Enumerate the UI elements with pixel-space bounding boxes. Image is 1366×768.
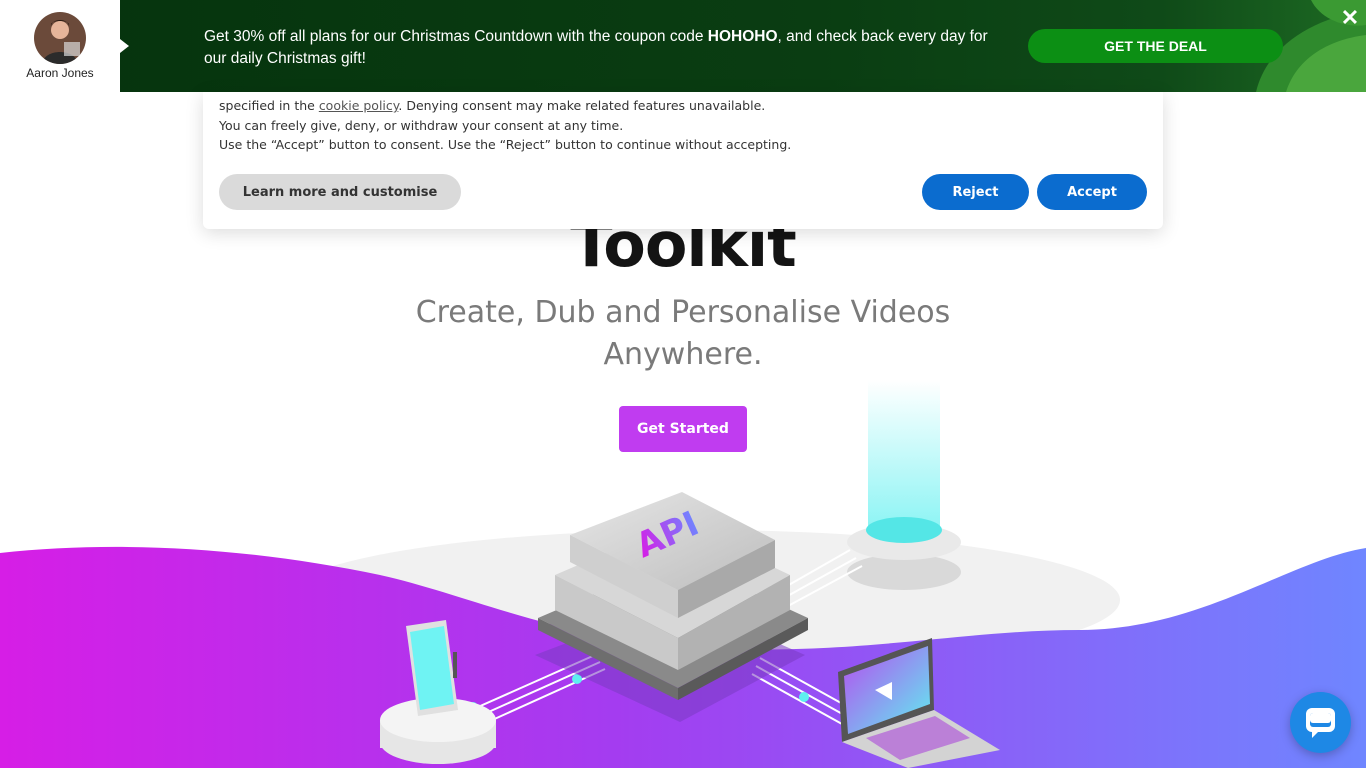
cookie-consent-panel: specified in the cookie policy. Denying … (203, 92, 1163, 229)
hero-subtitle: Create, Dub and Personalise Videos Anywh… (415, 295, 951, 372)
consent-line-1-end: . Denying consent may make related featu… (398, 98, 766, 113)
profile-pointer (120, 39, 129, 53)
get-the-deal-button[interactable]: GET THE DEAL (1028, 29, 1283, 63)
chat-bubble-icon (1306, 708, 1335, 738)
consent-text: specified in the cookie policy. Denying … (219, 96, 1149, 155)
cookie-policy-link[interactable]: cookie policy (319, 98, 399, 113)
consent-line-3: Use the “Accept” button to consent. Use … (219, 137, 792, 152)
avatar (34, 12, 86, 64)
reject-button[interactable]: Reject (922, 174, 1029, 210)
learn-more-customise-button[interactable]: Learn more and customise (219, 174, 461, 210)
consent-line-1-start: specified in the (219, 98, 319, 113)
close-icon[interactable]: ✕ (1338, 6, 1362, 30)
coupon-code: HOHOHO (707, 28, 778, 45)
chat-widget-button[interactable] (1290, 692, 1351, 753)
profile-card[interactable]: Aaron Jones (0, 0, 120, 92)
christmas-promo-banner: Aaron Jones Get 30% off all plans for ou… (0, 0, 1366, 92)
profile-name: Aaron Jones (26, 66, 94, 80)
page-root: Toolkit Create, Dub and Personalise Vide… (0, 0, 1366, 768)
consent-line-2: You can freely give, deny, or withdraw y… (219, 117, 624, 133)
promo-message: Get 30% off all plans for our Christmas … (204, 26, 1004, 70)
promo-text-part1: Get 30% off all plans for our Christmas … (204, 28, 708, 45)
consent-line-1: specified in the cookie policy. Denying … (219, 96, 1149, 116)
api-illustration: API (380, 380, 1000, 768)
accept-button[interactable]: Accept (1037, 174, 1147, 210)
